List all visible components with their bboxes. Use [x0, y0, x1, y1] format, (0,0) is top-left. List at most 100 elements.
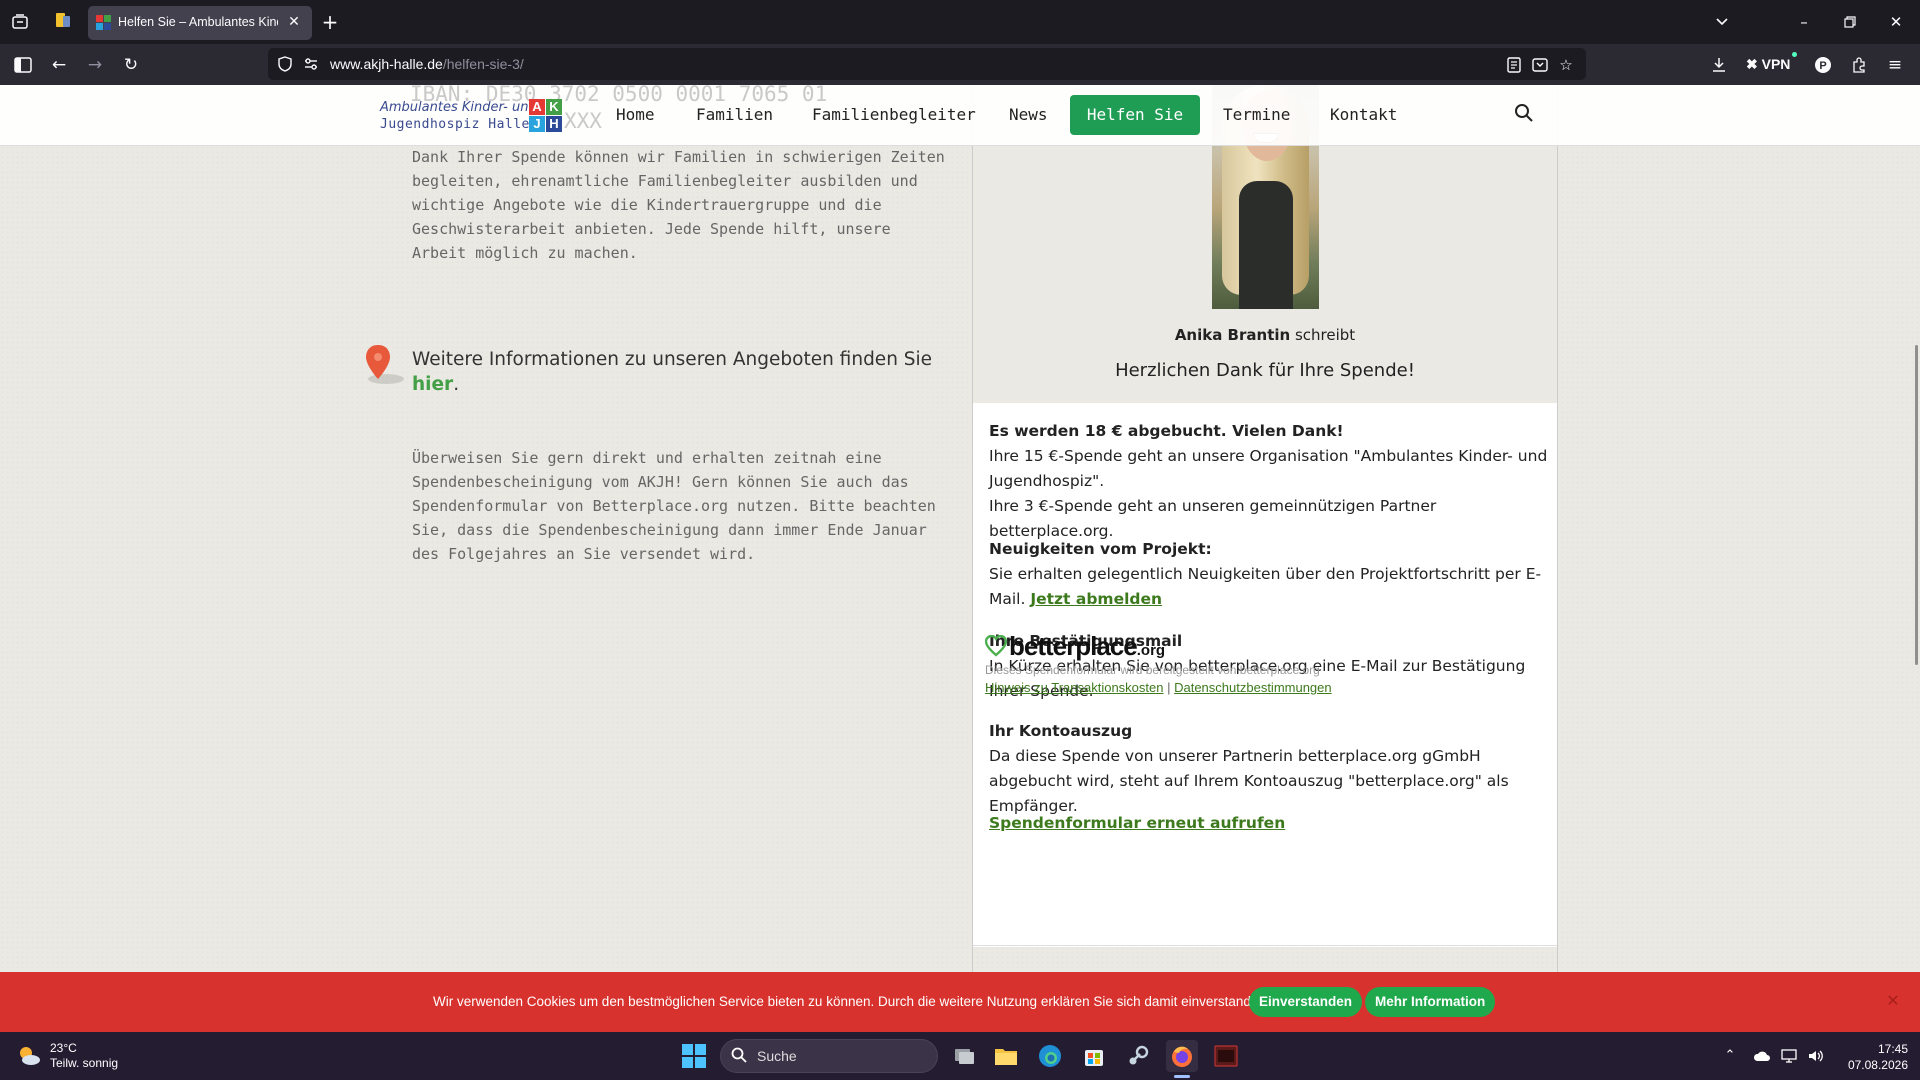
weather-desc: Teilw. sonnig [50, 1056, 119, 1070]
cookie-accept-button[interactable]: Einverstanden [1249, 987, 1363, 1017]
info-heading-text: Weitere Informationen zu unseren Angebot… [412, 349, 933, 370]
app-menu-icon[interactable]: ≡ [1882, 52, 1908, 78]
network-icon[interactable] [1780, 1045, 1800, 1067]
clock-time: 17:45 [1877, 1042, 1908, 1056]
photo-shirt [1239, 181, 1293, 309]
menu-kontakt[interactable]: Kontakt [1330, 105, 1397, 124]
forward-icon[interactable]: → [82, 52, 108, 78]
file-explorer-icon[interactable] [990, 1040, 1022, 1072]
donation-text: Dank Ihrer Spende können wir Familien in… [412, 148, 945, 262]
save-to-pocket-icon[interactable] [1530, 55, 1550, 75]
minimize-icon[interactable]: – [1784, 8, 1824, 36]
info-link-hier[interactable]: hier [412, 374, 453, 395]
booking-line-2: Ihre 3 €-Spende geht an unseren gemeinnü… [989, 497, 1437, 540]
betterplace-org: .org [1136, 642, 1166, 659]
site-logo[interactable]: Ambulantes Kinder- und Jugendhospiz Hall… [380, 99, 570, 135]
weather-partly-sunny-icon[interactable] [16, 1043, 42, 1069]
tab-close-icon[interactable]: ✕ [284, 12, 304, 32]
info-heading-end: . [453, 374, 460, 395]
site-search-icon[interactable] [1514, 103, 1536, 125]
booking-title: Es werden 18 € abgebucht. Vielen Dank! [989, 422, 1344, 440]
pinned-tab-favicon-2 [63, 16, 70, 27]
start-windows-icon[interactable] [682, 1044, 706, 1068]
task-view-icon[interactable] [948, 1040, 980, 1072]
logo-line-2: Jugendhospiz Halle [380, 117, 530, 132]
privacy-link[interactable]: Datenschutzbestimmungen [1174, 680, 1332, 695]
firefox-icon[interactable] [1166, 1040, 1198, 1072]
url-bar[interactable]: www.akjh-halle.de/helfen-sie-3/ ☆ [268, 48, 1586, 80]
terminal-app-icon[interactable] [1210, 1040, 1242, 1072]
onedrive-sync-icon[interactable] [1752, 1045, 1772, 1067]
taskbar-search-placeholder: Suche [757, 1048, 797, 1064]
new-tab-icon[interactable]: + [318, 10, 342, 34]
system-clock[interactable]: 17:45 07.08.2026 [1832, 1041, 1908, 1073]
tracking-shield-icon[interactable] [276, 55, 294, 73]
thanks-message: Herzlichen Dank für Ihre Spende! [1115, 360, 1415, 381]
author-name: Anika Brantin [1174, 326, 1291, 344]
logo-letter-grid: A K J H [529, 99, 563, 133]
site-permissions-icon[interactable] [302, 55, 320, 73]
volume-icon[interactable] [1806, 1045, 1826, 1067]
page-viewport: IBAN: DE30 3702 0500 0001 7065 01 XXX Am… [0, 85, 1920, 1032]
reopen-form-link[interactable]: Spendenformular erneut aufrufen [989, 814, 1285, 832]
logo-letter-h: H [546, 116, 562, 132]
site-header: IBAN: DE30 3702 0500 0001 7065 01 XXX Am… [0, 85, 1920, 146]
menu-termine[interactable]: Termine [1223, 105, 1290, 124]
extensions-icon[interactable] [1846, 52, 1872, 78]
menu-helfen-sie[interactable]: Helfen Sie [1070, 95, 1200, 135]
reader-view-icon[interactable] [1504, 55, 1524, 75]
downloads-icon[interactable] [1706, 52, 1732, 78]
pinned-tab[interactable] [52, 10, 76, 34]
menu-familienbegleiter[interactable]: Familienbegleiter [812, 105, 976, 124]
tray-overflow-icon[interactable]: ⌃ [1720, 1045, 1740, 1067]
author-suffix: schreibt [1290, 326, 1356, 344]
unsubscribe-link[interactable]: Jetzt abmelden [1030, 590, 1162, 608]
back-icon[interactable]: ← [46, 52, 72, 78]
url-path: /helfen-sie-3/ [442, 56, 524, 72]
transfer-text: Überweisen Sie gern direkt und erhalten … [412, 449, 936, 563]
url-text[interactable]: www.akjh-halle.de/helfen-sie-3/ [330, 56, 524, 72]
window-close-icon[interactable]: ✕ [1876, 8, 1916, 36]
menu-news[interactable]: News [1009, 105, 1048, 124]
cookie-more-info-button[interactable]: Mehr Information [1365, 987, 1496, 1017]
steam-icon[interactable] [1122, 1040, 1154, 1072]
tab-bar: Helfen Sie – Ambulantes Kinder ✕ + – ✕ [0, 0, 1920, 44]
menu-familien[interactable]: Familien [696, 105, 773, 124]
booking-line-1: Ihre 15 €-Spende geht an unsere Organisa… [989, 447, 1548, 490]
author-line: Anika Brantin schreibt [973, 326, 1557, 344]
url-host: www.akjh-halle.de [330, 56, 443, 72]
vpn-label: VPN [1761, 56, 1791, 72]
tab-list-chevron-icon[interactable] [1702, 8, 1742, 36]
statement-title: Ihr Kontoauszug [989, 722, 1133, 740]
restore-icon[interactable] [1830, 8, 1870, 36]
cookie-close-icon[interactable]: ✕ [1883, 991, 1903, 1011]
betterplace-heart-icon [984, 634, 1008, 657]
active-app-indicator [1174, 1075, 1190, 1078]
logo-line-1: Ambulantes Kinder- und [380, 100, 537, 115]
news-title: Neuigkeiten vom Projekt: [989, 540, 1212, 558]
betterplace-wordmark: betterplace [1009, 631, 1138, 661]
page-scrollbar[interactable] [1915, 345, 1918, 665]
bookmark-star-icon[interactable]: ☆ [1556, 55, 1576, 75]
booking-info: Es werden 18 € abgebucht. Vielen Dank! I… [989, 419, 1549, 544]
tab-overview-icon[interactable] [8, 10, 32, 34]
taskbar-search[interactable]: Suche [720, 1039, 938, 1073]
vpn-status-dot [1792, 52, 1797, 57]
betterplace-note: Dieses Spendenformular wird bereitgestel… [985, 663, 1320, 677]
reload-icon[interactable]: ↻ [118, 52, 144, 78]
vpn-button[interactable]: ✖ VPN [1746, 54, 1790, 74]
reopen-form-row: Spendenformular erneut aufrufen [989, 811, 1549, 836]
weather-temp: 23°C [50, 1041, 77, 1055]
profile-icon[interactable]: P [1810, 52, 1836, 78]
account-statement-info: Ihr Kontoauszug Da diese Spende von unse… [989, 719, 1549, 819]
edge-browser-icon[interactable] [1034, 1040, 1066, 1072]
menu-home[interactable]: Home [616, 105, 655, 124]
sidebar-toggle-icon[interactable] [10, 52, 36, 78]
transaction-costs-link[interactable]: Hinweis zu Transaktionskosten [985, 680, 1163, 695]
active-tab[interactable]: Helfen Sie – Ambulantes Kinder ✕ [88, 6, 312, 40]
weather-widget[interactable]: 23°C Teilw. sonnig [50, 1041, 118, 1071]
microsoft-store-icon[interactable] [1078, 1040, 1110, 1072]
link-separator: | [1163, 680, 1175, 695]
betterplace-logo[interactable]: betterplace.org [1009, 631, 1165, 661]
cookie-text: Wir verwenden Cookies um den bestmöglich… [433, 994, 1270, 1009]
